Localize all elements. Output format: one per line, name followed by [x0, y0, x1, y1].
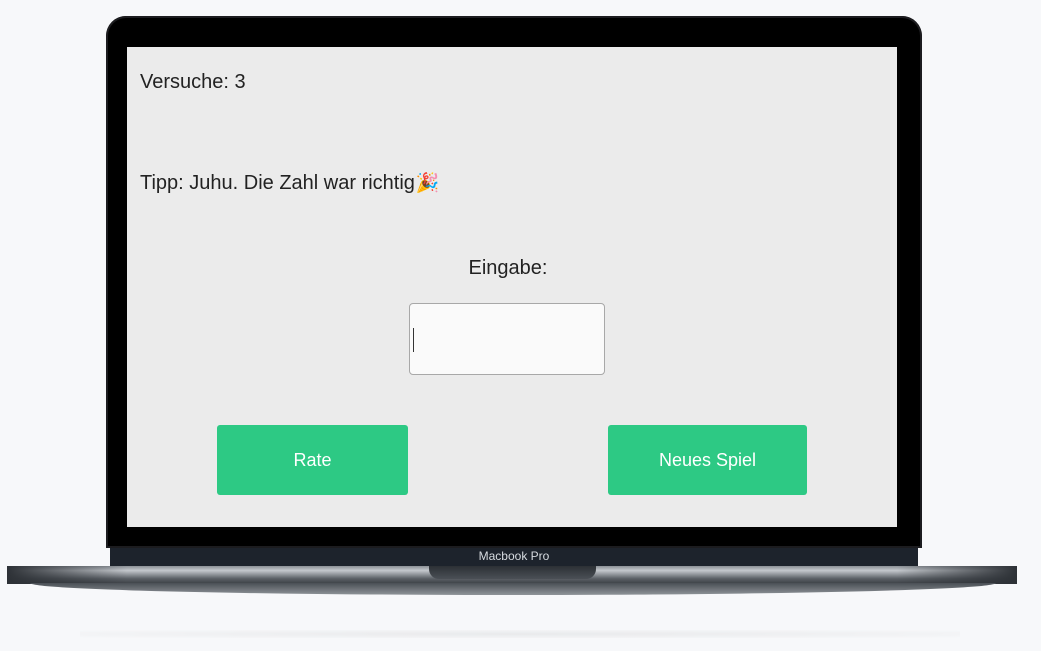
laptop-base-left-edge [7, 566, 127, 584]
hint-message: Tipp: Juhu. Die Zahl war richtig [140, 172, 415, 194]
party-popper-icon: 🎉 [415, 173, 440, 194]
hint-text: Tipp: Juhu. Die Zahl war richtig🎉 [140, 171, 440, 195]
device-label: Macbook Pro [478, 549, 550, 563]
laptop-shadow [80, 630, 960, 638]
guess-input[interactable] [409, 303, 605, 375]
text-cursor [413, 328, 414, 352]
new-game-button[interactable]: Neues Spiel [608, 425, 807, 495]
attempts-counter: Versuche: 3 [140, 71, 246, 93]
laptop-notch [429, 566, 596, 579]
app-screen: Versuche: 3 Tipp: Juhu. Die Zahl war ric… [127, 47, 897, 527]
guess-button[interactable]: Rate [217, 425, 408, 495]
input-label: Eingabe: [468, 257, 548, 279]
laptop-base-right-edge [897, 566, 1017, 584]
laptop-base-bottom [30, 583, 996, 595]
laptop-mockup: Versuche: 3 Tipp: Juhu. Die Zahl war ric… [0, 0, 1041, 651]
